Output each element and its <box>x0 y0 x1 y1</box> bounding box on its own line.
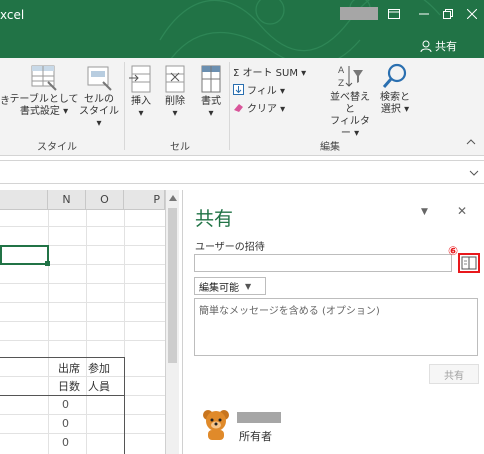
cell-participants-2: 人員 <box>88 380 110 393</box>
owner-role-label: 所有者 <box>239 430 272 443</box>
ribbon-separator <box>124 62 125 150</box>
chevron-down-icon: ▼ <box>245 281 252 291</box>
sort-filter-label-2: フィルター ▾ <box>330 116 370 139</box>
owner-name-redacted <box>237 412 281 423</box>
address-book-button[interactable] <box>458 253 480 273</box>
selected-cell[interactable] <box>0 245 49 265</box>
share-pane: 共有 ▼ ✕ ユーザーの招待 ⑥ 編集可能 ▼ 簡単なメッセージを含める (オプ… <box>182 190 484 454</box>
expand-formula-bar-chevron-down-icon[interactable] <box>469 169 479 177</box>
fill-handle[interactable] <box>45 261 50 266</box>
editing-group-label: 編集 <box>320 142 340 153</box>
address-book-icon <box>461 256 477 270</box>
sort-filter-button[interactable]: A Z 並べ替えと フィルター ▾ <box>328 62 372 140</box>
cell-value: 0 <box>62 417 69 430</box>
insert-cells-icon <box>129 65 151 93</box>
column-header-n[interactable]: N <box>48 190 86 210</box>
cell-styles-icon <box>87 66 112 91</box>
header-share-label: 共有 <box>435 40 457 53</box>
cell-attendance-2: 日数 <box>58 380 80 393</box>
cell-styles-label-2: スタイル ▾ <box>79 106 119 129</box>
ribbon-home: き テーブルとして 書式設定 ▾ セルの スタイル ▾ スタイル 挿入 ▾ 削除… <box>0 58 484 156</box>
cells-group-label: セル <box>170 142 190 153</box>
close-window-icon[interactable] <box>460 4 484 24</box>
svg-text:Z: Z <box>338 79 344 89</box>
permission-value: 編集可能 <box>199 282 239 294</box>
svg-text:A: A <box>338 66 345 76</box>
insert-cells-button[interactable]: 挿入 ▾ <box>126 64 156 120</box>
cell-value: 0 <box>62 436 69 449</box>
collapse-ribbon-chevron-up-icon[interactable] <box>466 138 476 150</box>
delete-cells-button[interactable]: 削除 ▾ <box>160 64 190 120</box>
format-cells-button[interactable]: 書式 ▾ <box>196 64 226 120</box>
find-select-button[interactable]: 検索と 選択 ▾ <box>374 62 416 116</box>
table-top-border <box>0 357 124 358</box>
format-as-table-label-2: 書式設定 ▾ <box>19 106 69 117</box>
share-pane-title: 共有 <box>195 208 234 230</box>
insert-label: 挿入 <box>131 96 151 107</box>
sort-filter-label-1: 並べ替えと <box>330 92 370 115</box>
delete-cells-icon <box>165 65 185 93</box>
scroll-up-arrow-icon[interactable] <box>169 195 177 201</box>
column-header-m[interactable] <box>0 190 48 210</box>
cell-styles-label-1: セルの <box>84 94 114 105</box>
permission-dropdown[interactable]: 編集可能 ▼ <box>194 277 266 295</box>
invite-email-input[interactable] <box>194 254 452 272</box>
invite-label: ユーザーの招待 <box>195 242 265 253</box>
message-placeholder: 簡単なメッセージを含める (オプション) <box>199 306 380 317</box>
account-name-redacted <box>340 7 378 20</box>
owner-avatar-bear-icon <box>203 410 229 440</box>
scrollbar-thumb[interactable] <box>168 208 177 363</box>
find-select-label-2: 選択 ▾ <box>380 104 410 115</box>
fill-button[interactable]: フィル ▾ <box>233 82 285 97</box>
column-header-o[interactable]: O <box>86 190 124 210</box>
person-icon <box>420 40 432 52</box>
fill-down-icon <box>233 84 244 95</box>
delete-label: 削除 <box>165 96 185 107</box>
fill-label: フィル ▾ <box>247 86 285 97</box>
table-right-border <box>124 357 125 454</box>
ribbon-separator <box>229 62 230 150</box>
cell-participants-1: 参加 <box>88 362 110 375</box>
table-format-icon <box>31 65 57 91</box>
cell-styles-button[interactable]: セルの スタイル ▾ <box>78 64 120 130</box>
search-icon <box>382 63 407 88</box>
worksheet-grid[interactable]: N O P 出席 参加 日数 人員 0 0 0 <box>0 190 180 454</box>
format-as-table-label-1: テーブルとして <box>9 94 79 105</box>
clear-label: クリア ▾ <box>247 104 286 115</box>
styles-group-label: スタイル <box>37 142 77 153</box>
formula-bar[interactable] <box>0 160 484 184</box>
ribbon-display-options-icon[interactable] <box>382 4 406 24</box>
cell-value: 0 <box>62 398 69 411</box>
app-title: xcel <box>0 8 25 22</box>
restore-icon[interactable] <box>436 4 460 24</box>
autosum-label: Σ オート SUM ▾ <box>233 68 307 79</box>
sort-filter-icon: A Z <box>338 66 363 89</box>
table-header-border <box>0 395 124 396</box>
title-bar: xcel 共有 <box>0 0 484 58</box>
minimize-icon[interactable] <box>412 4 436 24</box>
pane-options-dropdown-icon[interactable]: ▼ <box>421 207 428 217</box>
format-cells-icon <box>201 65 221 93</box>
column-header-p[interactable]: P <box>124 190 165 210</box>
header-share-button[interactable]: 共有 <box>420 36 476 56</box>
step-number-badge: ⑥ <box>448 244 459 258</box>
cell-attendance-1: 出席 <box>58 362 80 375</box>
share-submit-button[interactable]: 共有 <box>429 364 479 384</box>
format-as-table-button[interactable]: テーブルとして 書式設定 ▾ <box>8 64 80 118</box>
clear-button[interactable]: クリア ▾ <box>233 100 285 115</box>
message-textarea[interactable]: 簡単なメッセージを含める (オプション) <box>194 298 478 356</box>
autosum-button[interactable]: Σ オート SUM ▾ <box>233 64 306 79</box>
find-select-label-1: 検索と <box>380 92 410 103</box>
vertical-scrollbar[interactable] <box>165 190 179 454</box>
close-pane-icon[interactable]: ✕ <box>457 204 467 218</box>
eraser-icon <box>234 104 243 112</box>
format-label: 書式 <box>201 96 221 107</box>
